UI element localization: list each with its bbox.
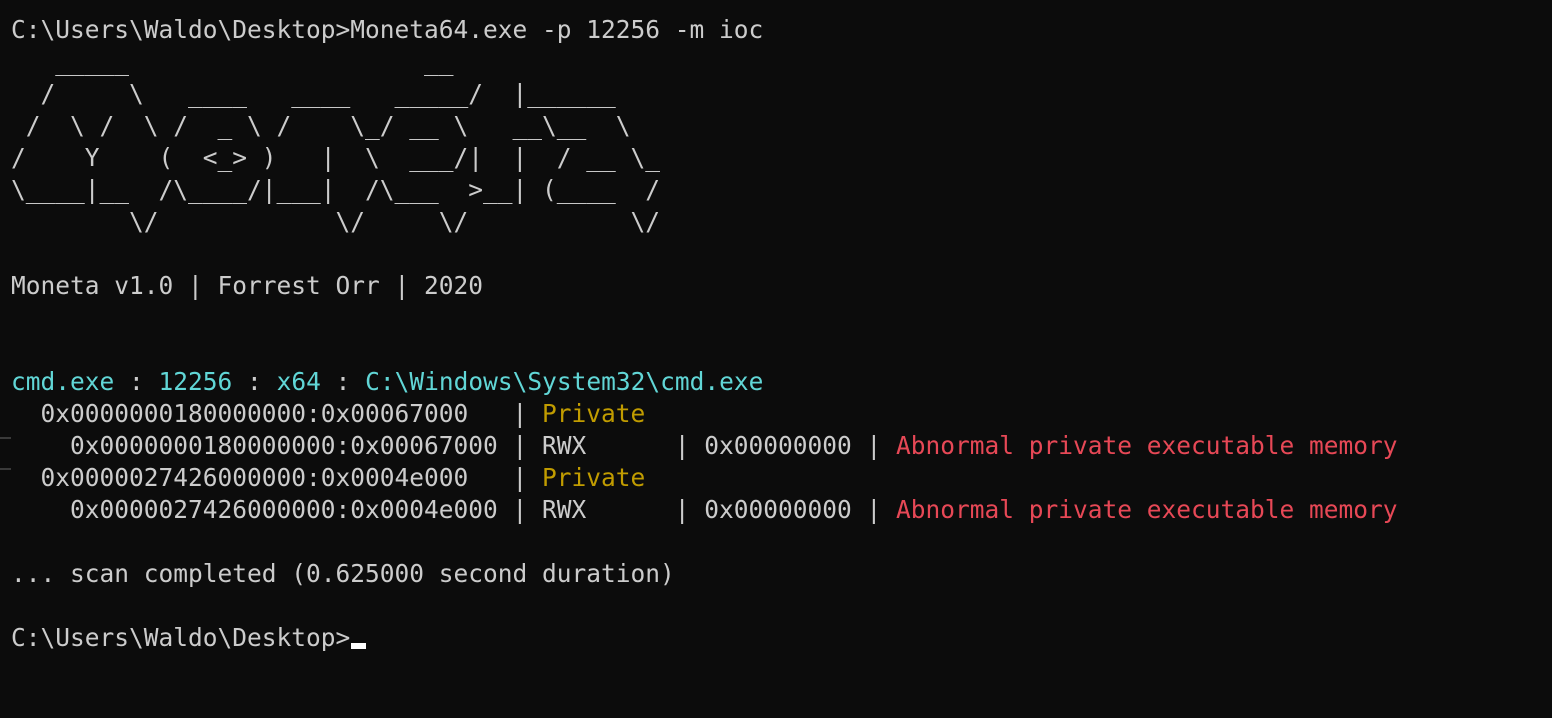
terminal-line-banner: \____|__ /\____/|___| /\___ >__| (____ /	[11, 174, 1552, 206]
terminal-line-command: C:\Users\Waldo\Desktop>Moneta64.exe -p 1…	[11, 14, 1552, 46]
terminal-line-status: ... scan completed (0.625000 second dura…	[11, 558, 1552, 590]
terminal-line-banner: _____ __	[11, 46, 1552, 78]
terminal-text: C:\Windows\System32\cmd.exe	[365, 367, 764, 396]
scroll-edge-mark	[0, 437, 11, 439]
terminal-line-region: 0x0000027426000000:0x0004e000 | Private	[11, 462, 1552, 494]
terminal-text: :	[114, 367, 159, 396]
terminal-line-subregion: 0x0000027426000000:0x0004e000 | RWX | 0x…	[11, 494, 1552, 526]
terminal-text: 0x0000000180000000:0x00067000 |	[11, 399, 543, 428]
terminal-text: / Y ( <_> ) | \ ___/| | / __ \_	[11, 143, 661, 172]
terminal-line-banner: \/ \/ \/ \/	[11, 206, 1552, 238]
terminal-text: / \ ____ ____ _____/ |______	[11, 79, 616, 108]
text-cursor	[351, 643, 367, 649]
terminal-text: \____|__ /\____/|___| /\___ >__| (____ /	[11, 175, 661, 204]
terminal-text: / \ / \ / _ \ / \_/ __ \ __\__ \	[11, 111, 631, 140]
terminal-text: Private	[542, 463, 646, 492]
terminal-window[interactable]: C:\Users\Waldo\Desktop>Moneta64.exe -p 1…	[0, 0, 1552, 718]
terminal-text: Moneta v1.0 | Forrest Orr | 2020	[11, 271, 484, 300]
terminal-text: :	[232, 367, 277, 396]
terminal-output: C:\Users\Waldo\Desktop>Moneta64.exe -p 1…	[11, 14, 1552, 654]
terminal-line-process-header: cmd.exe : 12256 : x64 : C:\Windows\Syste…	[11, 366, 1552, 398]
terminal-line-subregion: 0x0000000180000000:0x00067000 | RWX | 0x…	[11, 430, 1552, 462]
terminal-line-banner: / \ ____ ____ _____/ |______	[11, 78, 1552, 110]
terminal-line-prompt: C:\Users\Waldo\Desktop>	[11, 622, 1552, 654]
terminal-text: Abnormal private executable memory	[896, 431, 1398, 460]
terminal-text: 0x0000027426000000:0x0004e000 | RWX | 0x…	[11, 495, 897, 524]
terminal-text: Private	[542, 399, 646, 428]
terminal-text: 0x0000000180000000:0x00067000 | RWX | 0x…	[11, 431, 897, 460]
terminal-text: \/ \/ \/ \/	[11, 207, 661, 236]
terminal-text: ... scan completed (0.625000 second dura…	[11, 559, 675, 588]
terminal-text: Abnormal private executable memory	[896, 495, 1398, 524]
scroll-edge-mark	[0, 468, 11, 470]
terminal-line-version: Moneta v1.0 | Forrest Orr | 2020	[11, 270, 1552, 302]
terminal-line-banner: / \ / \ / _ \ / \_/ __ \ __\__ \	[11, 110, 1552, 142]
terminal-text: C:\Users\Waldo\Desktop>Moneta64.exe -p 1…	[11, 15, 764, 44]
terminal-text: x64	[276, 367, 321, 396]
terminal-text: 12256	[158, 367, 233, 396]
terminal-text: C:\Users\Waldo\Desktop>	[11, 623, 351, 652]
terminal-text: :	[320, 367, 366, 396]
terminal-text: cmd.exe	[11, 367, 115, 396]
terminal-text: _____ __	[11, 47, 454, 76]
terminal-line-region: 0x0000000180000000:0x00067000 | Private	[11, 398, 1552, 430]
terminal-line-banner: / Y ( <_> ) | \ ___/| | / __ \_	[11, 142, 1552, 174]
terminal-text: 0x0000027426000000:0x0004e000 |	[11, 463, 543, 492]
